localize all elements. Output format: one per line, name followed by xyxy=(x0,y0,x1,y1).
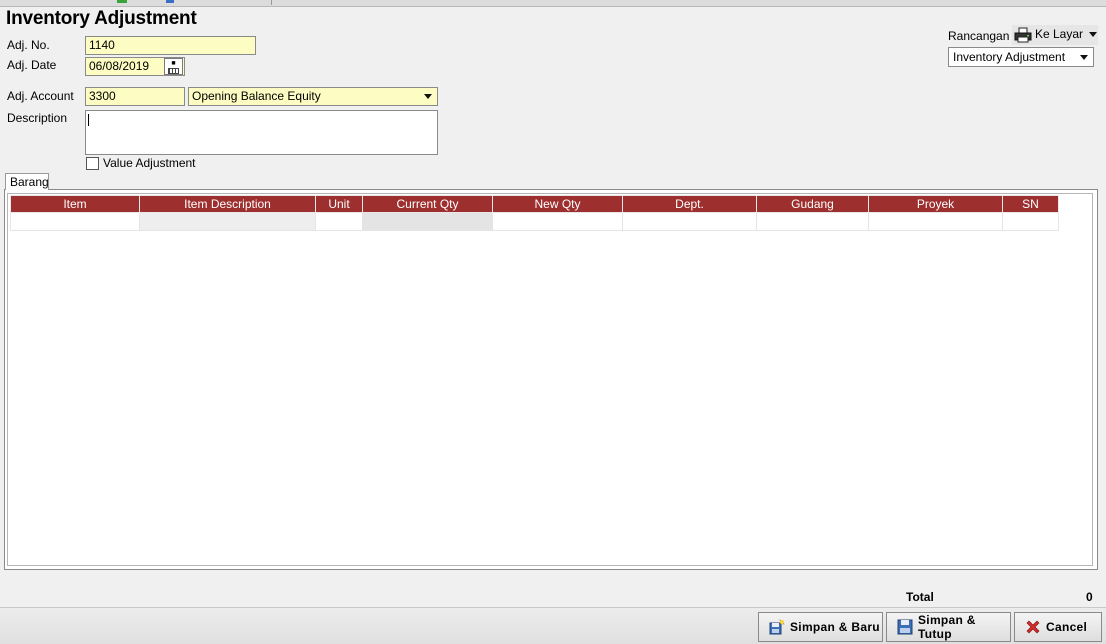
window-top-strip xyxy=(0,0,1106,7)
value-adjustment-checkbox[interactable] xyxy=(86,157,99,170)
close-icon xyxy=(1026,620,1040,634)
total-value: 0 xyxy=(1086,590,1093,604)
cancel-label: Cancel xyxy=(1046,620,1088,634)
save-new-label: Simpan & Baru xyxy=(790,620,880,634)
column-header-sn[interactable]: SN xyxy=(1002,195,1059,213)
cell-dept[interactable] xyxy=(622,212,757,231)
green-tab-marker xyxy=(117,0,127,3)
column-header-item[interactable]: Item xyxy=(10,195,140,213)
template-value: Inventory Adjustment xyxy=(953,50,1066,64)
cell-new-qty[interactable] xyxy=(492,212,623,231)
cell-gudang[interactable] xyxy=(756,212,869,231)
adj-account-label: Adj. Account xyxy=(7,89,74,103)
save-icon xyxy=(897,619,913,635)
tab-barang[interactable]: Barang xyxy=(5,173,49,190)
adj-account-name-select[interactable]: Opening Balance Equity xyxy=(188,87,438,106)
save-new-icon xyxy=(769,619,785,635)
column-header-new-qty[interactable]: New Qty xyxy=(492,195,623,213)
calendar-icon: ■ xyxy=(171,60,176,67)
tab-divider xyxy=(271,0,272,5)
adj-date-label: Adj. Date xyxy=(7,58,57,72)
output-target-value: Ke Layar xyxy=(1035,27,1084,41)
column-header-unit[interactable]: Unit xyxy=(315,195,363,213)
printer-icon xyxy=(1014,27,1032,43)
cell-sn[interactable] xyxy=(1002,212,1059,231)
column-header-item-description[interactable]: Item Description xyxy=(139,195,316,213)
page-title: Inventory Adjustment xyxy=(6,8,197,29)
calendar-button[interactable]: ■ xyxy=(164,58,183,75)
output-target-dropdown[interactable]: Ke Layar xyxy=(1012,25,1098,45)
total-label: Total xyxy=(906,590,934,604)
blue-tab-marker xyxy=(166,0,174,3)
adj-no-input[interactable]: 1140 xyxy=(85,36,256,55)
items-table[interactable]: Item Item Description Unit Current Qty N… xyxy=(10,195,1059,231)
cell-current-qty xyxy=(362,212,493,231)
column-header-current-qty[interactable]: Current Qty xyxy=(362,195,493,213)
grid-header-row: Item Item Description Unit Current Qty N… xyxy=(10,195,1059,213)
save-new-button[interactable]: Simpan & Baru xyxy=(758,612,883,642)
value-adjustment-label: Value Adjustment xyxy=(103,156,196,170)
text-caret xyxy=(88,114,89,126)
cell-item-description xyxy=(139,212,316,231)
column-header-dept[interactable]: Dept. xyxy=(622,195,757,213)
template-select[interactable]: Inventory Adjustment xyxy=(948,47,1094,67)
save-close-label: Simpan & Tutup xyxy=(918,613,976,641)
column-header-proyek[interactable]: Proyek xyxy=(868,195,1003,213)
chevron-down-icon xyxy=(1080,55,1088,60)
cell-item[interactable] xyxy=(10,212,140,231)
description-textarea[interactable] xyxy=(85,110,438,155)
column-header-gudang[interactable]: Gudang xyxy=(756,195,869,213)
rancangan-label: Rancangan xyxy=(948,29,1010,43)
adj-account-code-input[interactable]: 3300 xyxy=(85,87,185,106)
table-row[interactable] xyxy=(10,212,1059,231)
cell-unit[interactable] xyxy=(315,212,363,231)
cancel-button[interactable]: Cancel xyxy=(1014,612,1102,642)
cell-proyek[interactable] xyxy=(868,212,1003,231)
description-label: Description xyxy=(7,111,68,125)
adj-no-label: Adj. No. xyxy=(7,38,50,52)
chevron-down-icon xyxy=(1089,32,1097,37)
items-grid[interactable]: Item Item Description Unit Current Qty N… xyxy=(7,193,1093,566)
items-grid-panel: Item Item Description Unit Current Qty N… xyxy=(4,189,1098,570)
save-close-button[interactable]: Simpan & Tutup xyxy=(886,612,1011,642)
chevron-down-icon[interactable] xyxy=(424,94,432,99)
calendar-grid-icon xyxy=(168,68,179,74)
adj-account-name-value: Opening Balance Equity xyxy=(192,89,321,103)
